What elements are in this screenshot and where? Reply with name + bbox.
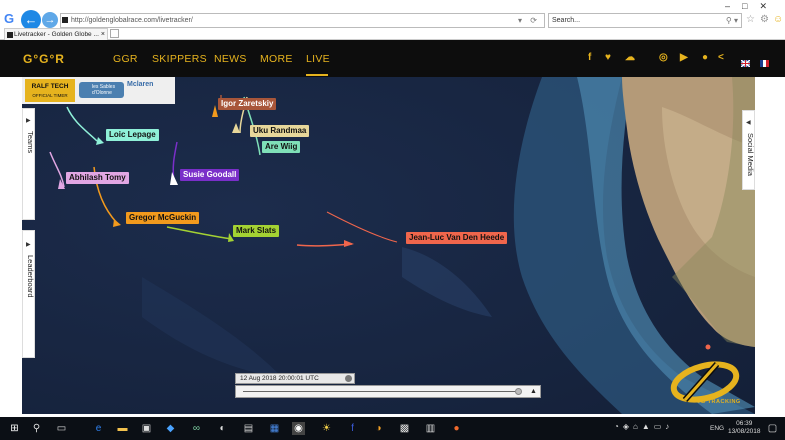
windows-taskbar: ⊞ ⚲ ▭ e ▬ ▣ ◆ ∞ ◐ ▤ ▦ ◉ ☀ f ◑ ▩ ▥ ● ◔◈⌂▲… (0, 417, 785, 440)
nav-ggr[interactable]: GGR (113, 53, 138, 65)
favorites-star-icon[interactable]: ☆ (746, 14, 755, 25)
file-explorer-icon[interactable]: ▬ (116, 422, 129, 435)
ralf-name: RALF TECH (31, 83, 69, 90)
app-icon-4[interactable]: ◑ (372, 422, 385, 435)
timestamp-text: 12 Aug 2018 20:00:01 UTC (240, 375, 319, 382)
start-windows-icon[interactable]: ⊞ (8, 422, 21, 435)
system-clock[interactable]: 06:39 13/08/2018 (728, 420, 761, 436)
nav-skippers[interactable]: SKIPPERS (152, 53, 207, 65)
new-tab-button[interactable] (110, 29, 119, 38)
boat-label-susie-goodall[interactable]: Susie Goodall (180, 169, 240, 181)
youtube-icon[interactable]: ▶ (680, 52, 688, 63)
address-bar[interactable]: http://goldenglobalrace.com/livetracker/… (60, 13, 545, 28)
tab-social-media[interactable]: ◀ Social Media (742, 110, 755, 190)
refresh-icon[interactable]: ▾ ⟳ (518, 14, 540, 27)
tab-livetracker[interactable]: Livetracker - Golden Globe ... × (4, 28, 108, 40)
sables-logo[interactable]: les Sables d'Olonne (79, 82, 124, 98)
app-icon-5[interactable]: ▩ (398, 422, 411, 435)
yb-tracking-text: YB TRACKING (697, 399, 741, 405)
timestamp-display: 12 Aug 2018 20:00:01 UTC (235, 373, 355, 384)
instagram-icon[interactable]: ◎ (659, 52, 668, 63)
task-view-icon[interactable]: ▭ (55, 422, 68, 435)
ralf-tech-logo[interactable]: RALF TECH OFFICIAL TIMER (25, 79, 75, 102)
search-taskbar-icon[interactable]: ⚲ (30, 422, 43, 435)
search-placeholder: Search... (552, 17, 581, 24)
map-canvas[interactable] (22, 77, 755, 414)
timeline-slider[interactable]: ▲ (235, 385, 541, 398)
smiley-icon[interactable]: ☺ (773, 14, 783, 25)
boat-label-are-wiig[interactable]: Are Wiig (262, 141, 301, 153)
site-favicon-icon (62, 17, 68, 23)
app-icon-1[interactable]: ◐ (216, 422, 229, 435)
nav-news[interactable]: NEWS (214, 53, 247, 65)
timeline-stop-button[interactable] (345, 375, 352, 382)
expand-social-icon: ◀ (746, 120, 751, 126)
browser-toolbar: G ← → http://goldenglobalrace.com/livetr… (0, 0, 785, 40)
boat-label-jean-luc-van-den-heede[interactable]: Jean-Luc Van Den Heede (406, 232, 508, 244)
share-icon[interactable]: < (718, 52, 724, 63)
tab-title: Livetracker - Golden Globe ... (14, 31, 99, 38)
edge-icon[interactable]: e (92, 422, 105, 435)
boat-label-mark-slats[interactable]: Mark Slats (233, 225, 280, 237)
back-button[interactable]: ← (21, 10, 41, 30)
search-input[interactable]: Search... ⚲ ▾ (548, 13, 742, 28)
clock-date: 13/08/2018 (728, 428, 761, 435)
weather-icon[interactable]: ☀ (320, 422, 333, 435)
browser-logo-icon: G (4, 11, 15, 26)
forward-button[interactable]: → (42, 12, 58, 28)
notifications-icon[interactable]: ▢ (766, 422, 779, 435)
search-icon[interactable]: ⚲ ▾ (726, 14, 738, 27)
boat-label-igor-zaretskiy[interactable]: Igor Zaretskiy (218, 98, 277, 110)
site-logo[interactable]: G°G°R (23, 52, 65, 66)
nav-more[interactable]: MORE (260, 53, 293, 65)
boat-label-uku-randmaa[interactable]: Uku Randmaa (250, 125, 310, 137)
fr-flag-icon[interactable] (760, 60, 769, 67)
tab-teams-label: Teams (26, 131, 35, 154)
active-nav-indicator (306, 74, 328, 76)
right-gutter (755, 77, 785, 414)
boat-label-abhilash-tomy[interactable]: Abhilash Tomy (66, 172, 129, 184)
tab-teams[interactable]: ▶ Teams (22, 108, 35, 220)
left-gutter (0, 77, 22, 414)
timeline-track-line (243, 391, 515, 392)
app-icon-3[interactable]: ▦ (268, 422, 281, 435)
app-icon-7[interactable]: ● (450, 422, 463, 435)
tab-favicon-icon (7, 32, 13, 38)
site-header: G°G°R GGR SKIPPERS NEWS MORE LIVE f ♥ ☁ … (0, 40, 785, 77)
boat-label-gregor-mcguckin[interactable]: Gregor McGuckin (126, 212, 200, 224)
tracker-map[interactable]: RALF TECH OFFICIAL TIMER les Sables d'Ol… (22, 77, 755, 414)
app-icon-6[interactable]: ▥ (424, 422, 437, 435)
expand-leaderboard-icon: ▶ (26, 242, 31, 248)
tab-close-icon[interactable]: × (101, 29, 105, 40)
ralf-sub: OFFICIAL TIMER (32, 93, 68, 98)
infinity-app-icon[interactable]: ∞ (190, 422, 203, 435)
settings-gear-icon[interactable]: ⚙ (760, 14, 769, 25)
chrome-taskbar-icon[interactable]: ◉ (292, 422, 305, 435)
address-url: http://goldenglobalrace.com/livetracker/ (71, 17, 193, 24)
nav-live[interactable]: LIVE (306, 53, 330, 65)
mclaren-logo[interactable]: Mclaren (127, 81, 171, 100)
app-icon-2[interactable]: ▤ (242, 422, 255, 435)
clock-time: 06:39 (736, 420, 753, 427)
play-icon[interactable]: ▲ (530, 388, 537, 395)
input-language[interactable]: ENG (710, 425, 724, 432)
dropbox-icon[interactable]: ◆ (164, 422, 177, 435)
system-tray-icons[interactable]: ◔◈⌂▲▭♪ (614, 422, 673, 431)
timeline-thumb[interactable] (515, 388, 522, 395)
facebook-icon[interactable]: f (588, 52, 591, 63)
twitter-icon[interactable]: ♥ (605, 52, 611, 63)
window-controls[interactable]: –□✕ (725, 1, 779, 12)
boat-label-loic-lepage[interactable]: Loic Lepage (106, 129, 159, 141)
soundcloud-icon[interactable]: ☁ (625, 52, 635, 63)
sponsor-bar: RALF TECH OFFICIAL TIMER les Sables d'Ol… (22, 77, 175, 104)
tab-social-label: Social Media (746, 133, 755, 176)
tab-leaderboard-label: Leaderboard (26, 255, 35, 298)
podcast-icon[interactable]: ● (702, 52, 708, 63)
timeline-panel: 12 Aug 2018 20:00:01 UTC ▲ (232, 372, 544, 399)
tab-leaderboard[interactable]: ▶ Leaderboard (22, 230, 35, 358)
en-flag-icon[interactable] (741, 60, 750, 67)
expand-teams-icon: ▶ (26, 118, 31, 124)
facebook-taskbar-icon[interactable]: f (346, 422, 359, 435)
store-icon[interactable]: ▣ (140, 422, 153, 435)
